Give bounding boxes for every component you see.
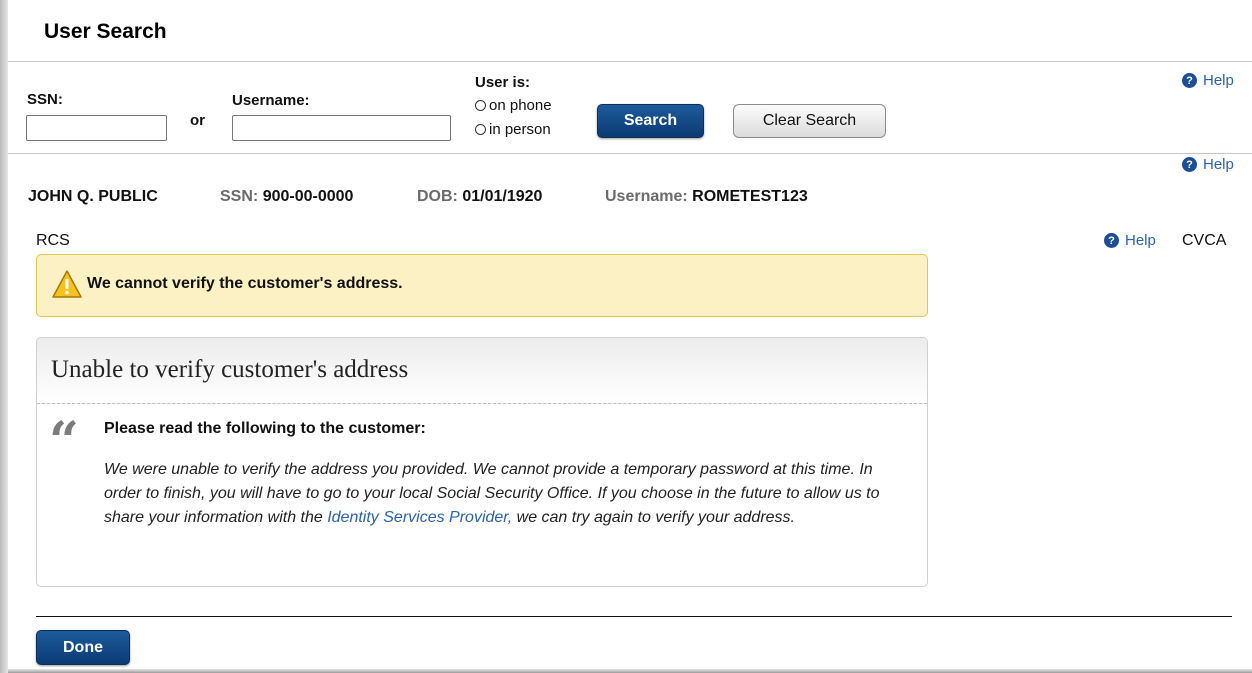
- alert-text: We cannot verify the customer's address.: [87, 275, 403, 292]
- alert-banner: We cannot verify the customer's address.: [36, 254, 928, 317]
- or-label: or: [190, 112, 205, 129]
- section-label-cvca: CVCA: [1182, 232, 1227, 249]
- card-script: We were unable to verify the address you…: [104, 458, 909, 530]
- help-icon: ?: [1104, 233, 1119, 248]
- username-label: Username:: [232, 92, 310, 109]
- done-button[interactable]: Done: [36, 630, 130, 665]
- warning-icon: [52, 270, 82, 298]
- customer-ssn-label: SSN:: [220, 188, 259, 205]
- help-icon: ?: [1182, 73, 1197, 88]
- card-script-text-end: we can try again to verify your address.: [512, 509, 795, 526]
- customer-ssn: SSN: 900-00-0000: [220, 188, 353, 206]
- radio-in-person[interactable]: in person: [475, 121, 551, 138]
- card-title: Unable to verify customer's address: [37, 338, 927, 404]
- radio-on-phone-label: on phone: [489, 97, 552, 114]
- customer-dob: DOB: 01/01/1920: [417, 188, 542, 206]
- customer-dob-value: 01/01/1920: [462, 188, 543, 205]
- search-divider: [8, 153, 1252, 154]
- help-icon: ?: [1182, 157, 1197, 172]
- section-label-rcs: RCS: [36, 232, 70, 249]
- quote-icon: “: [49, 411, 79, 472]
- clear-search-button[interactable]: Clear Search: [733, 104, 886, 138]
- radio-in-person-label: in person: [489, 121, 551, 138]
- username-input[interactable]: [232, 115, 451, 141]
- radio-circle[interactable]: [475, 100, 486, 111]
- radio-circle[interactable]: [475, 124, 486, 135]
- ssn-input[interactable]: [26, 115, 167, 141]
- customer-username: Username: ROMETEST123: [605, 188, 808, 206]
- header-divider: [8, 61, 1252, 62]
- message-card: Unable to verify customer's address “ Pl…: [36, 337, 928, 587]
- radio-on-phone[interactable]: on phone: [475, 97, 552, 114]
- help-label: Help: [1203, 156, 1234, 173]
- customer-ssn-value: 900-00-0000: [262, 188, 354, 205]
- customer-username-value: ROMETEST123: [692, 188, 808, 205]
- help-link-search[interactable]: ? Help: [1182, 72, 1234, 89]
- identity-services-provider-link[interactable]: Identity Services Provider,: [327, 509, 512, 526]
- footer-divider: [36, 616, 1232, 617]
- help-label: Help: [1125, 232, 1156, 249]
- window-left-edge: [0, 0, 8, 673]
- customer-name: JOHN Q. PUBLIC: [28, 188, 158, 205]
- customer-username-label: Username:: [605, 188, 688, 205]
- ssn-label: SSN:: [27, 91, 63, 108]
- window-bottom-edge: [8, 669, 1252, 673]
- help-label: Help: [1203, 72, 1234, 89]
- help-link-section[interactable]: ? Help: [1104, 232, 1156, 249]
- page-title: User Search: [44, 20, 167, 43]
- search-button[interactable]: Search: [597, 104, 704, 138]
- customer-dob-label: DOB:: [417, 188, 458, 205]
- user-is-label: User is:: [475, 74, 531, 91]
- card-instruction: Please read the following to the custome…: [104, 420, 426, 437]
- help-link-customer[interactable]: ? Help: [1182, 156, 1234, 173]
